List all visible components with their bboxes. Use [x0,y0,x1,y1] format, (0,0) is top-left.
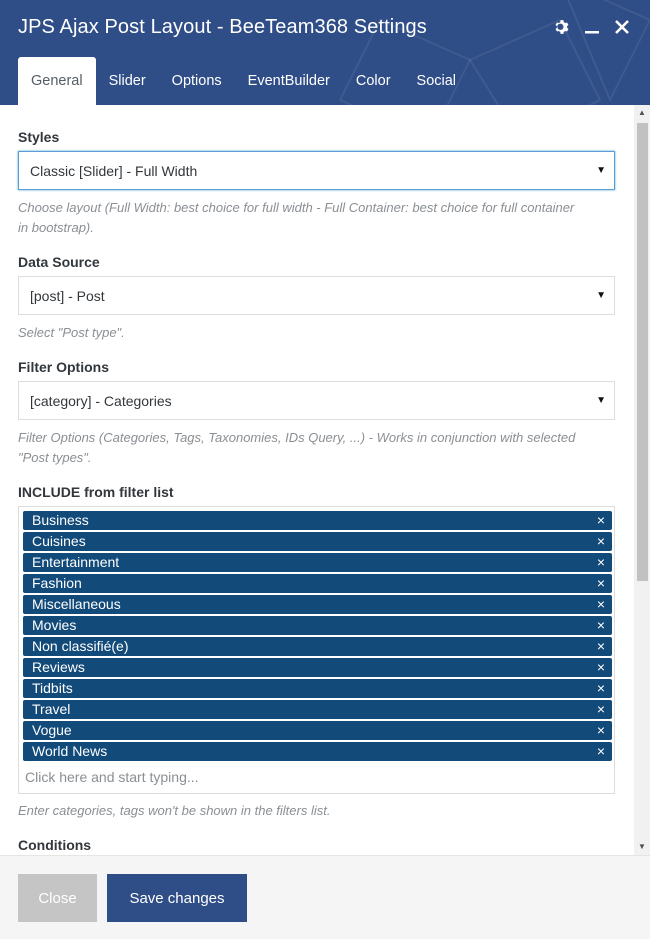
filter-options-help-line2: "Post types". [18,450,92,465]
remove-tag-icon[interactable]: × [597,616,605,635]
tag-chip: Non classifié(e) × [23,637,612,656]
tag-chip: Miscellaneous × [23,595,612,614]
data-source-help: Select "Post type". [18,325,125,340]
styles-label: Styles [18,129,60,145]
tab-general[interactable]: General [18,57,96,105]
settings-content: Styles Classic [Slider] - Full Width ▼ C… [0,105,650,855]
tag-chip: Movies × [23,616,612,635]
tag-chip: Fashion × [23,574,612,593]
include-tag-input[interactable]: Business × Cuisines × Entertainment × Fashi… [18,506,615,794]
tag-chip: Reviews × [23,658,612,677]
remove-tag-icon[interactable]: × [597,637,605,656]
dialog-header: JPS Ajax Post Layout - BeeTeam368 Settin… [0,0,650,105]
tag-chip: Tidbits × [23,679,612,698]
save-changes-button[interactable]: Save changes [107,874,247,922]
tag-chip: Travel × [23,700,612,719]
tag-label: Cuisines [32,533,86,549]
tag-label: Non classifié(e) [32,638,129,654]
remove-tag-icon[interactable]: × [597,574,605,593]
data-source-select[interactable]: [post] - Post ▼ [18,276,615,315]
remove-tag-icon[interactable]: × [597,700,605,719]
filter-options-select-value: [category] - Categories [30,392,172,409]
tag-input-placeholder[interactable]: Click here and start typing... [25,769,199,785]
tag-chip: Cuisines × [23,532,612,551]
tag-chip: World News × [23,742,612,761]
scroll-up-arrow-icon[interactable]: ▲ [634,105,650,121]
remove-tag-icon[interactable]: × [597,679,605,698]
tag-label: Vogue [32,722,72,738]
filter-options-help-line1: Filter Options (Categories, Tags, Taxono… [18,430,576,445]
styles-select-value: Classic [Slider] - Full Width [30,162,198,179]
data-source-label: Data Source [18,254,100,270]
tab-bar: General Slider Options EventBuilder Colo… [18,57,469,105]
tab-social[interactable]: Social [404,57,470,105]
tag-label: Reviews [32,659,85,675]
tag-label: Business [32,512,89,528]
header-icons [552,16,632,38]
remove-tag-icon[interactable]: × [597,721,605,740]
tag-label: Tidbits [32,680,73,696]
tab-eventbuilder[interactable]: EventBuilder [235,57,343,105]
dropdown-caret-icon: ▼ [596,395,606,406]
filter-options-select[interactable]: [category] - Categories ▼ [18,381,615,420]
conditions-label: Conditions [18,837,92,853]
remove-tag-icon[interactable]: × [597,595,605,614]
dropdown-caret-icon: ▼ [596,165,606,176]
tab-slider[interactable]: Slider [96,57,159,105]
tab-options[interactable]: Options [159,57,235,105]
remove-tag-icon[interactable]: × [597,511,605,530]
dropdown-caret-icon: ▼ [596,290,606,301]
scroll-down-arrow-icon[interactable]: ▼ [634,839,650,855]
remove-tag-icon[interactable]: × [597,742,605,761]
styles-select[interactable]: Classic [Slider] - Full Width ▼ [18,151,615,190]
tag-label: Movies [32,617,77,633]
include-label: INCLUDE from filter list [18,484,174,500]
tag-label: World News [32,743,108,759]
minimize-icon[interactable] [582,16,602,38]
tag-label: Travel [32,701,71,717]
scrollbar-thumb[interactable] [637,123,648,581]
tab-color[interactable]: Color [343,57,404,105]
remove-tag-icon[interactable]: × [597,532,605,551]
tag-label: Miscellaneous [32,596,121,612]
tag-chip: Entertainment × [23,553,612,572]
styles-help-line1: Choose layout (Full Width: best choice f… [18,200,575,215]
dialog-footer: Close Save changes [0,855,650,939]
close-button[interactable]: Close [18,874,97,922]
gear-icon[interactable] [552,16,572,38]
tag-chip: Business × [23,511,612,530]
include-help: Enter categories, tags won't be shown in… [18,803,331,818]
filter-options-label: Filter Options [18,359,109,375]
tag-label: Entertainment [32,554,120,570]
vertical-scrollbar[interactable]: ▲ ▼ [634,105,650,855]
remove-tag-icon[interactable]: × [597,658,605,677]
tag-chip: Vogue × [23,721,612,740]
close-icon[interactable] [612,16,632,38]
tag-label: Fashion [32,575,82,591]
remove-tag-icon[interactable]: × [597,553,605,572]
data-source-select-value: [post] - Post [30,287,105,304]
styles-help-line2: in bootstrap). [18,220,94,235]
dialog-title: JPS Ajax Post Layout - BeeTeam368 Settin… [18,16,427,38]
